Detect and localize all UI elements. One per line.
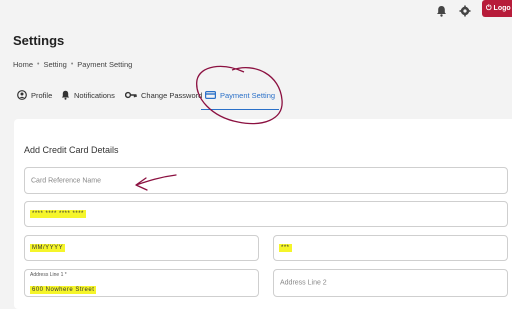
notifications-bell-icon[interactable] <box>433 3 449 19</box>
address-line-2-placeholder: Address Line 2 <box>280 279 327 287</box>
tab-label: Payment Setting <box>220 90 276 100</box>
card-reference-placeholder: Card Reference Name <box>31 177 102 184</box>
tab-change-password[interactable]: Change Password <box>125 84 202 106</box>
tab-label: Profile <box>31 90 53 100</box>
tab-profile[interactable]: Profile <box>17 84 52 106</box>
credit-card-icon <box>205 91 216 99</box>
address-line-1-label: Address Line 1 * <box>30 272 67 278</box>
logout-label: Logo <box>493 5 511 12</box>
expiry-date-input[interactable]: MM/YYYY <box>24 235 259 261</box>
key-icon <box>125 91 137 99</box>
breadcrumb-setting[interactable]: Setting <box>43 60 66 69</box>
card-reference-name-input[interactable]: Card Reference Name <box>24 167 508 194</box>
top-bar: ⏻ Logo <box>0 0 512 22</box>
expiry-value: MM/YYYY <box>30 244 66 252</box>
logout-button[interactable]: ⏻ Logo <box>482 0 512 17</box>
power-icon: ⏻ <box>486 4 492 12</box>
tab-label: Notifications <box>74 90 115 100</box>
cvv-value: *** <box>279 244 292 252</box>
tab-notifications[interactable]: Notifications <box>61 84 115 106</box>
settings-gear-icon[interactable] <box>457 3 473 19</box>
breadcrumb-current: Payment Setting <box>77 60 133 69</box>
person-icon <box>17 90 27 100</box>
breadcrumb-home[interactable]: Home <box>13 60 33 69</box>
card-number-input[interactable]: **** **** **** **** <box>24 201 508 227</box>
tab-payment-setting[interactable]: Payment Setting <box>200 84 280 110</box>
cvv-input[interactable]: *** <box>273 235 508 261</box>
card-number-value: **** **** **** **** <box>30 210 86 218</box>
form-title: Add Credit Card Details <box>24 145 119 155</box>
breadcrumb: Home • Setting • Payment Setting <box>13 60 132 69</box>
page-title: Settings <box>13 33 65 48</box>
tab-label: Change Password <box>141 90 203 100</box>
breadcrumb-separator-icon: • <box>70 61 74 68</box>
bell-icon <box>61 90 70 100</box>
breadcrumb-separator-icon: • <box>37 61 40 68</box>
